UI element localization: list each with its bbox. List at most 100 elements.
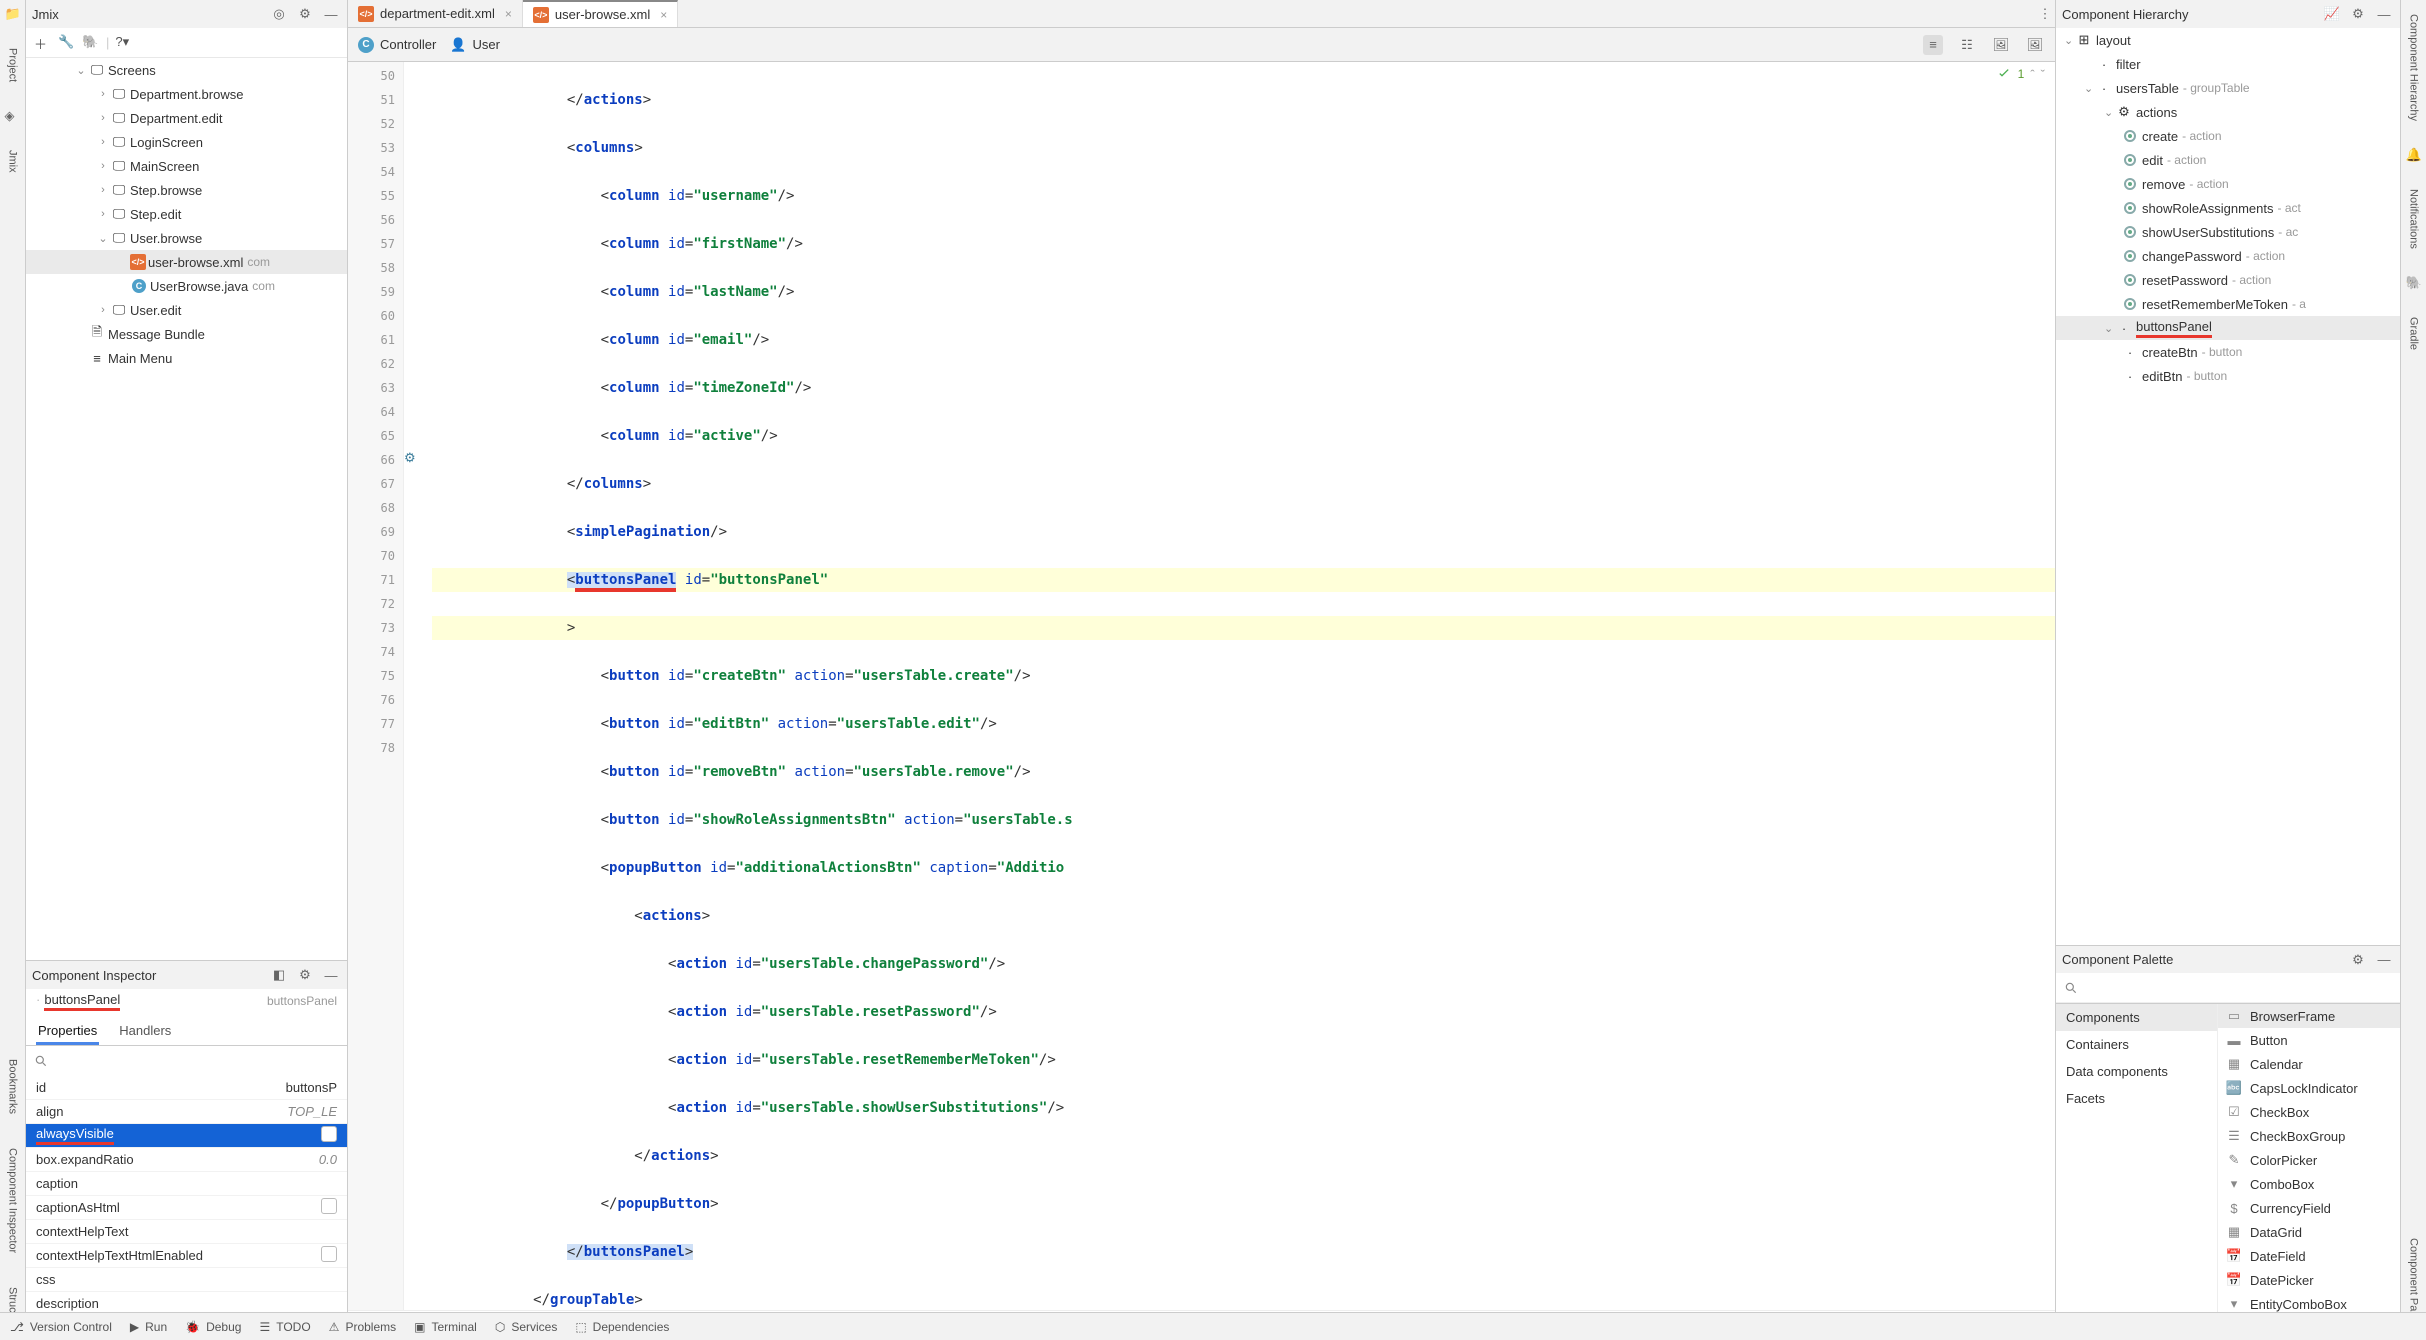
controller-link[interactable]: CController <box>358 37 436 53</box>
rail-bookmarks[interactable]: Bookmarks <box>7 1051 19 1122</box>
gear-icon[interactable]: ⚙ <box>2348 4 2368 24</box>
pal-button[interactable]: ▬Button <box>2218 1028 2400 1052</box>
bb-problems[interactable]: ⚠Problems <box>329 1320 396 1334</box>
checkbox-icon[interactable] <box>321 1126 337 1142</box>
h-remove[interactable]: remove- action <box>2056 172 2400 196</box>
pal-checkbox-group[interactable]: ☰CheckBoxGroup <box>2218 1124 2400 1148</box>
chart-icon[interactable]: 📈 <box>2322 4 2342 24</box>
h-reset-token[interactable]: resetRememberMeToken- a <box>2056 292 2400 316</box>
cat-containers[interactable]: Containers <box>2056 1031 2217 1058</box>
image-icon[interactable]: 🖼 <box>1991 35 2011 55</box>
tree-user-browse-java[interactable]: CUserBrowse.javacom <box>26 274 347 298</box>
wrench-icon[interactable]: 🔧 <box>58 34 76 52</box>
minimize-icon[interactable]: — <box>2374 950 2394 970</box>
tab-handlers[interactable]: Handlers <box>117 1019 173 1045</box>
bb-todo[interactable]: ☰TODO <box>259 1320 310 1334</box>
image2-icon[interactable]: 🖼 <box>2025 35 2045 55</box>
code-area[interactable]: 1 ˆˇ 50515253545556575859606162636465666… <box>348 62 2055 1310</box>
help-icon[interactable]: ?▾ <box>115 34 133 52</box>
h-actions[interactable]: ⌄⚙actions <box>2056 100 2400 124</box>
rail-component-hierarchy[interactable]: Component Hierarchy <box>2408 6 2420 129</box>
h-buttons-panel[interactable]: ⌄·buttonsPanel <box>2056 316 2400 340</box>
pal-datagrid[interactable]: ▦DataGrid <box>2218 1220 2400 1244</box>
h-filter[interactable]: ·filter <box>2056 52 2400 76</box>
user-entity-link[interactable]: 👤User <box>450 37 500 53</box>
prop-caption-as-html[interactable]: captionAsHtml <box>26 1196 347 1220</box>
h-edit-btn[interactable]: ·editBtn- button <box>2056 364 2400 388</box>
gear-icon[interactable]: ⚙ <box>295 965 315 985</box>
pal-datefield[interactable]: 📅DateField <box>2218 1244 2400 1268</box>
tree-main-menu[interactable]: ≡Main Menu <box>26 346 347 370</box>
prop-css[interactable]: css <box>26 1268 347 1292</box>
pal-currency[interactable]: $CurrencyField <box>2218 1196 2400 1220</box>
bb-version-control[interactable]: ⎇Version Control <box>10 1320 112 1334</box>
view-mode-2-icon[interactable]: ☷ <box>1957 35 1977 55</box>
rail-gradle[interactable]: Gradle <box>2408 309 2420 358</box>
cat-components[interactable]: Components <box>2056 1004 2217 1031</box>
tab-properties[interactable]: Properties <box>36 1019 99 1045</box>
bb-run[interactable]: ▶Run <box>130 1320 167 1334</box>
h-change-pwd[interactable]: changePassword- action <box>2056 244 2400 268</box>
tree-user-browse[interactable]: ⌄🖵User.browse <box>26 226 347 250</box>
h-layout[interactable]: ⌄⊞layout <box>2056 28 2400 52</box>
gutter-gear-icon[interactable]: ⚙ <box>404 446 432 470</box>
h-create[interactable]: create- action <box>2056 124 2400 148</box>
tree-main-screen[interactable]: ›🖵MainScreen <box>26 154 347 178</box>
window-icon[interactable]: ◧ <box>269 965 289 985</box>
elephant-icon[interactable]: 🐘 <box>82 34 100 52</box>
minimize-icon[interactable]: — <box>321 4 341 24</box>
minimize-icon[interactable]: — <box>321 965 341 985</box>
more-icon[interactable]: ⋮ <box>2035 4 2055 24</box>
bb-terminal[interactable]: ▣Terminal <box>414 1320 477 1334</box>
h-reset-pwd[interactable]: resetPassword- action <box>2056 268 2400 292</box>
prop-context-help-text[interactable]: contextHelpText <box>26 1220 347 1244</box>
bb-dependencies[interactable]: ⬚Dependencies <box>575 1320 669 1334</box>
pal-calendar[interactable]: ▦Calendar <box>2218 1052 2400 1076</box>
tree-login-screen[interactable]: ›🖵LoginScreen <box>26 130 347 154</box>
prop-box-expand-ratio[interactable]: box.expandRatio0.0 <box>26 1148 347 1172</box>
rail-component-inspector[interactable]: Component Inspector <box>7 1140 19 1261</box>
pal-browser-frame[interactable]: ▭BrowserFrame <box>2218 1004 2400 1028</box>
code-body[interactable]: </actions> <columns> <column id="usernam… <box>432 62 2055 1310</box>
plus-icon[interactable]: ＋ <box>34 34 52 52</box>
pal-combobox[interactable]: ▾ComboBox <box>2218 1172 2400 1196</box>
inspector-search-input[interactable] <box>52 1052 339 1071</box>
h-create-btn[interactable]: ·createBtn- button <box>2056 340 2400 364</box>
target-icon[interactable]: ◎ <box>269 4 289 24</box>
prop-align[interactable]: alignTOP_LE <box>26 1100 347 1124</box>
h-show-subs[interactable]: showUserSubstitutions- ac <box>2056 220 2400 244</box>
tree-user-edit[interactable]: ›🖵User.edit <box>26 298 347 322</box>
pal-caps-lock[interactable]: 🔤CapsLockIndicator <box>2218 1076 2400 1100</box>
gear-icon[interactable]: ⚙ <box>2348 950 2368 970</box>
h-show-role[interactable]: showRoleAssignments- act <box>2056 196 2400 220</box>
rail-notifications[interactable]: Notifications <box>2408 181 2420 257</box>
close-icon[interactable]: × <box>660 8 667 22</box>
tree-user-browse-xml[interactable]: </>user-browse.xmlcom <box>26 250 347 274</box>
tree-screens[interactable]: ⌄🖵Screens <box>26 58 347 82</box>
h-edit[interactable]: edit- action <box>2056 148 2400 172</box>
editor-tab-department-edit[interactable]: </>department-edit.xml× <box>348 0 523 27</box>
close-icon[interactable]: × <box>505 7 512 21</box>
gradle-icon[interactable]: 🐘 <box>2406 275 2422 291</box>
cat-data[interactable]: Data components <box>2056 1058 2217 1085</box>
view-mode-1-icon[interactable]: ≡ <box>1923 35 1943 55</box>
tree-dept-edit[interactable]: ›🖵Department.edit <box>26 106 347 130</box>
pal-checkbox[interactable]: ☑CheckBox <box>2218 1100 2400 1124</box>
prop-id[interactable]: idbuttonsP <box>26 1076 347 1100</box>
h-users-table[interactable]: ⌄·usersTable- groupTable <box>2056 76 2400 100</box>
pal-datepicker[interactable]: 📅DatePicker <box>2218 1268 2400 1292</box>
rail-jmix[interactable]: Jmix <box>7 142 19 181</box>
gear-icon[interactable]: ⚙ <box>295 4 315 24</box>
bb-debug[interactable]: 🐞Debug <box>185 1320 241 1334</box>
prop-caption[interactable]: caption <box>26 1172 347 1196</box>
minimize-icon[interactable]: — <box>2374 4 2394 24</box>
prop-context-help-text-html[interactable]: contextHelpTextHtmlEnabled <box>26 1244 347 1268</box>
rail-project[interactable]: Project <box>7 40 19 90</box>
prop-always-visible[interactable]: alwaysVisible <box>26 1124 347 1148</box>
bell-icon[interactable]: 🔔 <box>2406 147 2422 163</box>
tree-dept-browse[interactable]: ›🖵Department.browse <box>26 82 347 106</box>
pal-color-picker[interactable]: ✎ColorPicker <box>2218 1148 2400 1172</box>
jmix-icon[interactable]: ◈ <box>5 108 21 124</box>
editor-tab-user-browse[interactable]: </>user-browse.xml× <box>523 0 678 27</box>
bb-services[interactable]: ⬡Services <box>495 1320 558 1334</box>
